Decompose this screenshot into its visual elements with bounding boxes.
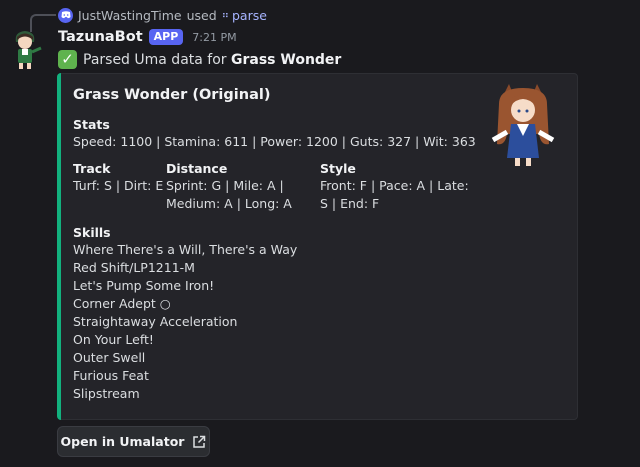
command-mention[interactable]: ⠶ parse	[222, 8, 267, 23]
skill-item: Slipstream	[73, 386, 140, 401]
skills-label: Skills	[73, 225, 111, 240]
embed-accent-bar	[57, 73, 61, 420]
message-prefix: Parsed Uma data for	[83, 51, 227, 68]
message-timestamp: 7:21 PM	[192, 30, 237, 44]
message-content: ✓ Parsed Uma data for Grass Wonder	[58, 50, 341, 69]
distance-value-1: Sprint: G | Mile: A |	[166, 178, 284, 193]
check-mark-icon: ✓	[58, 50, 77, 69]
reply-action: used	[186, 7, 217, 23]
stats-field: Stats Speed: 1100 | Stamina: 611 | Power…	[73, 116, 476, 151]
style-value-2: S | End: F	[320, 196, 380, 211]
slash-command-icon: ⠶	[221, 9, 229, 21]
skill-item: Furious Feat	[73, 368, 149, 383]
skill-item: Where There's a Will, There's a Way	[73, 242, 298, 257]
skill-item: Red Shift/LP1211-M	[73, 260, 195, 275]
style-field: Style Front: F | Pace: A | Late: S | End…	[320, 160, 469, 213]
stats-value: Speed: 1100 | Stamina: 611 | Power: 1200…	[73, 134, 476, 149]
open-in-umalator-button[interactable]: Open in Umalator	[57, 426, 210, 457]
discord-icon[interactable]	[58, 7, 73, 23]
distance-value-2: Medium: A | Long: A	[166, 196, 292, 211]
message-header: TazunaBot APP 7:21 PM	[58, 29, 237, 45]
stats-label: Stats	[73, 117, 110, 132]
track-label: Track	[73, 161, 111, 176]
embed-title: Grass Wonder (Original)	[73, 87, 271, 103]
bot-avatar[interactable]	[6, 28, 44, 70]
skill-item: Corner Adept ○	[73, 296, 171, 311]
distance-label: Distance	[166, 161, 228, 176]
skill-item: Let's Pump Some Iron!	[73, 278, 215, 293]
external-link-icon	[193, 435, 206, 448]
app-badge: APP	[148, 29, 184, 45]
track-value: Turf: S | Dirt: E	[73, 178, 164, 193]
button-label: Open in Umalator	[60, 434, 185, 449]
reply-username[interactable]: JustWastingTime	[78, 8, 182, 23]
command-name: parse	[231, 7, 267, 23]
skills-field: Skills Where There's a Will, There's a W…	[73, 224, 297, 403]
message-text: Parsed Uma data for Grass Wonder	[83, 52, 341, 68]
embed-card: Grass Wonder (Original) Stats Speed: 110…	[57, 73, 578, 420]
distance-field: Distance Sprint: G | Mile: A | Medium: A…	[166, 160, 292, 213]
reply-header: JustWastingTime used ⠶ parse	[58, 6, 267, 24]
style-label: Style	[320, 161, 356, 176]
message-subject: Grass Wonder	[231, 51, 342, 68]
skill-item: Outer Swell	[73, 350, 146, 365]
bot-name[interactable]: TazunaBot	[58, 29, 143, 45]
skill-item: Straightaway Acceleration	[73, 314, 238, 329]
track-field: Track Turf: S | Dirt: E	[73, 160, 163, 195]
style-value-1: Front: F | Pace: A | Late:	[320, 178, 469, 193]
skill-item: On Your Left!	[73, 332, 154, 347]
